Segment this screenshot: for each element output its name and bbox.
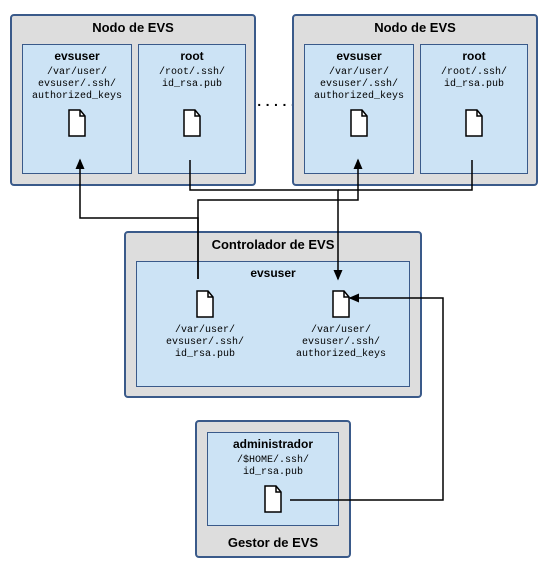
evs-manager: administrador /$HOME/.ssh/ id_rsa.pub Ge…	[195, 420, 351, 558]
node-title: Nodo de EVS	[294, 16, 536, 39]
node-evsuser-box: evsuser /var/user/ evsuser/.ssh/ authori…	[304, 44, 414, 174]
user-label: evsuser	[137, 266, 409, 280]
file-path: /var/user/ evsuser/.ssh/ authorized_keys	[23, 67, 131, 103]
controller-pub-col: /var/user/ evsuser/.ssh/ id_rsa.pub	[145, 284, 265, 361]
user-label: evsuser	[23, 49, 131, 63]
user-label: root	[421, 49, 527, 63]
controller-evsuser-box: evsuser /var/user/ evsuser/.ssh/ id_rsa.…	[136, 261, 410, 387]
node-root-box: root /root/.ssh/ id_rsa.pub	[420, 44, 528, 174]
file-path: /var/user/ evsuser/.ssh/ authorized_keys	[281, 325, 401, 361]
continuation-dots: .....	[255, 95, 297, 111]
file-icon	[66, 109, 88, 140]
file-icon	[194, 290, 216, 321]
evs-controller: Controlador de EVS evsuser /var/user/ ev…	[124, 231, 422, 398]
node-title: Nodo de EVS	[12, 16, 254, 39]
controller-auth-col: /var/user/ evsuser/.ssh/ authorized_keys	[281, 284, 401, 361]
manager-title: Gestor de EVS	[197, 531, 349, 554]
file-path: /$HOME/.ssh/ id_rsa.pub	[208, 455, 338, 479]
user-label: root	[139, 49, 245, 63]
controller-title: Controlador de EVS	[126, 233, 420, 256]
node-evsuser-box: evsuser /var/user/ evsuser/.ssh/ authori…	[22, 44, 132, 174]
user-label: administrador	[208, 437, 338, 451]
evs-node-left: Nodo de EVS evsuser /var/user/ evsuser/.…	[10, 14, 256, 186]
file-icon	[181, 109, 203, 140]
file-icon	[330, 290, 352, 321]
manager-admin-box: administrador /$HOME/.ssh/ id_rsa.pub	[207, 432, 339, 526]
user-label: evsuser	[305, 49, 413, 63]
file-path: /var/user/ evsuser/.ssh/ id_rsa.pub	[145, 325, 265, 361]
evs-node-right: Nodo de EVS evsuser /var/user/ evsuser/.…	[292, 14, 538, 186]
file-icon	[463, 109, 485, 140]
node-root-box: root /root/.ssh/ id_rsa.pub	[138, 44, 246, 174]
file-icon	[262, 485, 284, 516]
file-path: /root/.ssh/ id_rsa.pub	[421, 67, 527, 91]
file-path: /root/.ssh/ id_rsa.pub	[139, 67, 245, 91]
file-icon	[348, 109, 370, 140]
file-path: /var/user/ evsuser/.ssh/ authorized_keys	[305, 67, 413, 103]
